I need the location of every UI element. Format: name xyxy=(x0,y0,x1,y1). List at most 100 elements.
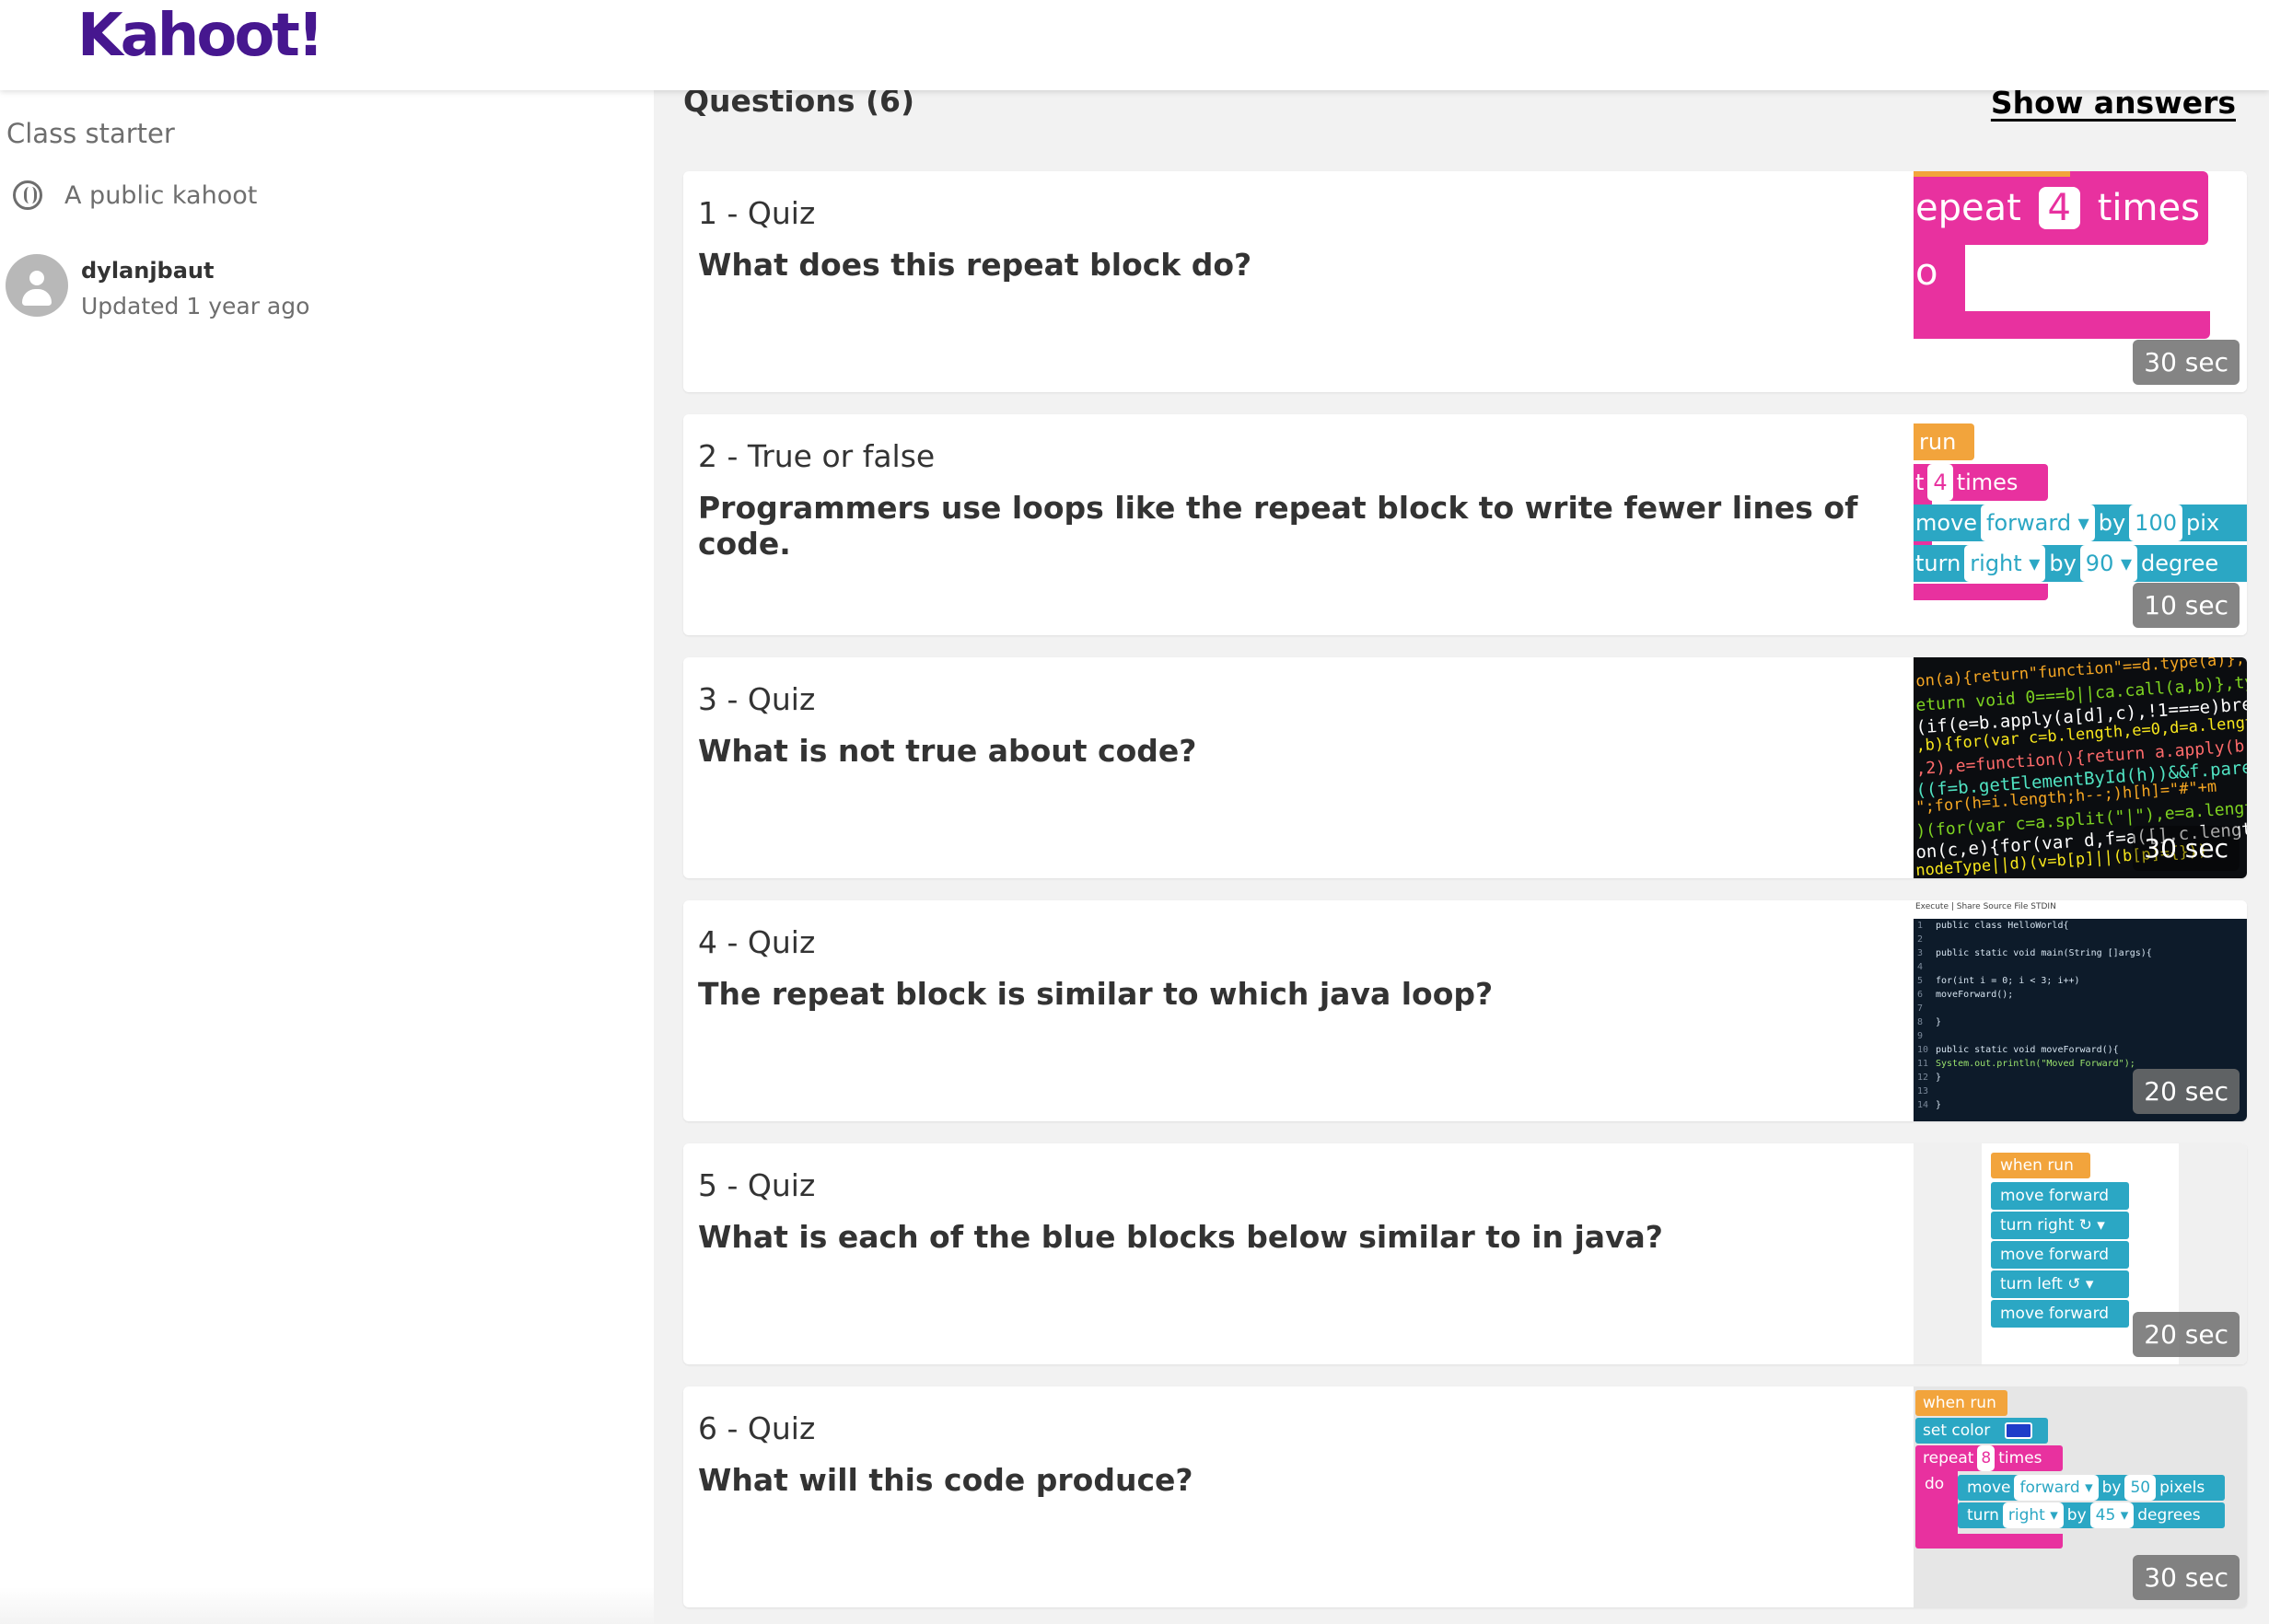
repeat-label: t xyxy=(1915,470,1925,495)
question-card[interactable]: 4 - Quiz The repeat block is similar to … xyxy=(683,900,2247,1121)
when-run-block: run xyxy=(1914,423,1974,460)
time-badge: 30 sec xyxy=(2133,826,2240,871)
do-word: o xyxy=(1915,251,1938,294)
question-type: 6 - Quiz xyxy=(698,1410,816,1446)
question-type: 1 - Quiz xyxy=(698,195,816,231)
set-color-label: set color xyxy=(1923,1421,1991,1440)
repeat-block-top: epeat 4 times xyxy=(1914,171,2208,245)
line-number: 1 xyxy=(1917,921,1924,931)
time-badge: 20 sec xyxy=(2133,1069,2240,1114)
turn-dropdown: right ▾ xyxy=(1964,545,2046,582)
code-line: } xyxy=(1936,1100,1942,1110)
user-icon-body xyxy=(22,289,52,306)
question-card[interactable]: 1 - Quiz What does this repeat block do?… xyxy=(683,171,2247,392)
line-number: 4 xyxy=(1917,962,1924,972)
author-name[interactable]: dylanjbaut xyxy=(81,258,309,284)
by-label: by xyxy=(2098,510,2126,536)
line-number: 13 xyxy=(1917,1086,1929,1096)
color-swatch xyxy=(2004,1422,2032,1439)
visibility-label: A public kahoot xyxy=(64,180,258,210)
avatar[interactable] xyxy=(6,254,68,317)
degrees-label: degrees xyxy=(2137,1506,2201,1525)
updated-label: Updated 1 year ago xyxy=(81,293,310,319)
sidebar-fade xyxy=(0,1587,654,1624)
code-line: public class HelloWorld{ xyxy=(1936,921,2069,931)
repeat-count: 4 xyxy=(1927,464,1953,501)
question-card[interactable]: 3 - Quiz What is not true about code? on… xyxy=(683,657,2247,878)
turn-right-block: turn right ▾ by 90 ▾ degree xyxy=(1914,545,2247,582)
pixels-label: pixels xyxy=(2159,1479,2205,1497)
code-line: } xyxy=(1936,1017,1942,1027)
turn-label: turn xyxy=(1915,551,1961,576)
when-run-block: when run xyxy=(1915,1390,2007,1416)
line-number: 10 xyxy=(1917,1045,1929,1055)
blue-block: move forward xyxy=(1991,1241,2129,1269)
move-label: move xyxy=(1915,510,1978,536)
repeat-block: repeat 8 times xyxy=(1915,1445,2063,1471)
line-number: 8 xyxy=(1917,1017,1924,1027)
by-label: by xyxy=(2066,1506,2087,1525)
line-number: 11 xyxy=(1917,1059,1929,1069)
repeat-block-bottom xyxy=(1914,311,2210,339)
globe-icon xyxy=(13,180,42,210)
direction-dropdown: forward ▾ xyxy=(1981,505,2095,541)
repeat-do-side: do xyxy=(1915,1471,1958,1536)
by-label: by xyxy=(2049,551,2077,576)
unit-label: pix xyxy=(2185,510,2220,536)
blue-block: move forward xyxy=(1991,1300,2129,1328)
by-label: by xyxy=(2101,1479,2122,1497)
kahoot-details-sidebar: Class starter A public kahoot dylanjbaut… xyxy=(0,90,654,1624)
degree-value: 45 ▾ xyxy=(2089,1502,2135,1528)
line-number: 9 xyxy=(1917,1031,1924,1041)
repeat-count: 4 xyxy=(2038,187,2080,229)
question-type: 5 - Quiz xyxy=(698,1167,816,1203)
line-number: 14 xyxy=(1917,1100,1929,1110)
question-text: What is each of the blue blocks below si… xyxy=(698,1219,1663,1255)
kahoot-logo[interactable]: Kahoot! xyxy=(77,2,324,70)
top-bar: Kahoot! xyxy=(0,0,2269,90)
line-number: 3 xyxy=(1917,948,1924,958)
time-badge: 30 sec xyxy=(2133,1555,2240,1600)
degree-value: 90 ▾ xyxy=(2079,545,2138,582)
show-answers-button[interactable]: Show answers xyxy=(1991,90,2236,121)
line-number: 6 xyxy=(1917,990,1924,1000)
question-card[interactable]: 6 - Quiz What will this code produce? wh… xyxy=(683,1386,2247,1607)
repeat-block: t 4 times xyxy=(1914,464,2048,501)
user-icon xyxy=(29,271,44,285)
time-badge: 10 sec xyxy=(2133,583,2240,628)
line-number: 12 xyxy=(1917,1073,1929,1083)
repeat-block-bottom xyxy=(1914,584,2048,600)
do-label: do xyxy=(1925,1475,1945,1493)
question-text: The repeat block is similar to which jav… xyxy=(698,976,1494,1012)
run-label: run xyxy=(1919,429,1957,455)
kahoot-title: Class starter xyxy=(6,118,175,149)
question-card[interactable]: 5 - Quiz What is each of the blue blocks… xyxy=(683,1143,2247,1364)
question-text: What is not true about code? xyxy=(698,733,1197,769)
question-card[interactable]: 2 - True or false Programmers use loops … xyxy=(683,414,2247,635)
repeat-block-bottom xyxy=(1915,1534,2063,1549)
turn-right-block: turn right ▾ by 45 ▾ degrees xyxy=(1958,1502,2225,1528)
question-text: What will this code produce? xyxy=(698,1462,1193,1498)
repeat-label: repeat xyxy=(1923,1449,1974,1467)
time-badge: 30 sec xyxy=(2133,340,2240,385)
author-meta: dylanjbaut Updated 1 year ago xyxy=(81,258,309,319)
move-forward-block: move forward ▾ by 50 pixels xyxy=(1958,1475,2225,1501)
repeat-word: epeat xyxy=(1915,187,2021,229)
move-forward-block: move forward ▾ by 100 pix xyxy=(1914,505,2247,541)
set-color-block: set color xyxy=(1915,1418,2048,1444)
question-text: Programmers use loops like the repeat bl… xyxy=(698,490,1858,562)
hat-block-edge xyxy=(1914,171,2070,177)
question-list: 1 - Quiz What does this repeat block do?… xyxy=(683,171,2247,1624)
time-badge: 20 sec xyxy=(2133,1312,2240,1357)
blue-block: move forward xyxy=(1991,1182,2129,1210)
distance-value: 50 xyxy=(2124,1475,2157,1501)
times-label: times xyxy=(1998,1449,2042,1467)
visibility-row: A public kahoot xyxy=(13,180,257,210)
repeat-block-side: o xyxy=(1914,245,1965,311)
move-label: move xyxy=(1967,1479,2011,1497)
turn-label: turn xyxy=(1967,1506,1999,1525)
times-label: times xyxy=(1956,470,2019,495)
question-type: 2 - True or false xyxy=(698,438,936,474)
code-line: public static void moveForward(){ xyxy=(1936,1045,2119,1055)
times-word: times xyxy=(2097,187,2200,229)
